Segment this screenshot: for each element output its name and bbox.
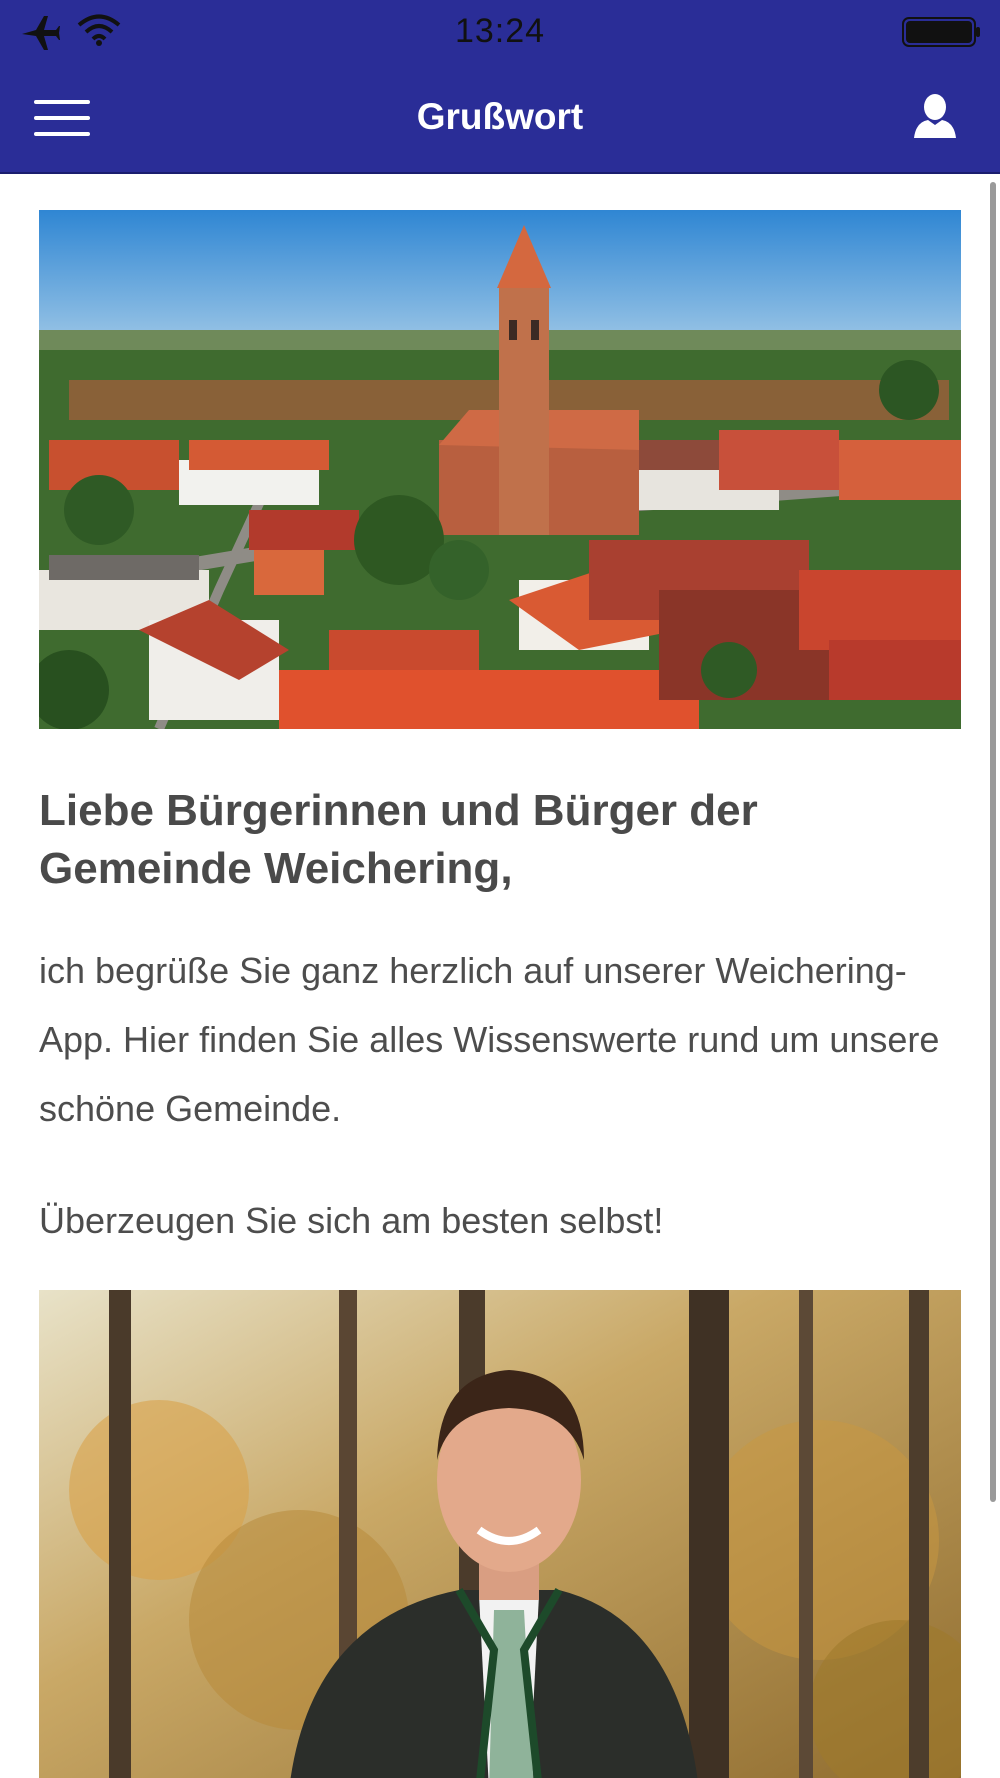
user-profile-icon[interactable] [910,92,960,142]
mayor-portrait-photo [39,1290,961,1778]
article-heading: Liebe Bürgerinnen und Bürger der Gemeind… [39,786,758,893]
nav-bar: Grußwort [0,62,1000,174]
status-bar: 13:24 [0,0,1000,62]
battery-icon [902,17,980,47]
scrollbar[interactable] [990,182,996,1502]
article-paragraph-intro: ich begrüße Sie ganz herzlich auf unsere… [39,950,940,1129]
status-time: 13:24 [454,12,546,50]
village-aerial-photo [39,210,961,729]
page-title: Grußwort [416,96,584,137]
content-area[interactable]: Liebe Bürgerinnen und Bürger der Gemeind… [0,174,1000,1778]
article-paragraph-closing: Überzeugen Sie sich am besten selbst! [39,1200,664,1241]
